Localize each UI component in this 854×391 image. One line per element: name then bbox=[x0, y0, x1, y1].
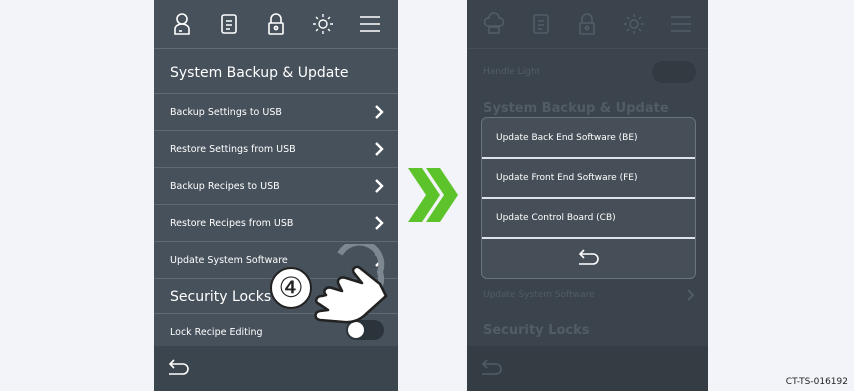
navbar-divider bbox=[154, 48, 398, 49]
section-title: System Backup & Update bbox=[483, 101, 669, 116]
back-arrow-icon bbox=[481, 359, 502, 375]
chef-hat-icon bbox=[480, 10, 508, 38]
navbar-divider bbox=[467, 48, 708, 49]
restore-recipes-row[interactable]: Restore Recipes from USB bbox=[154, 205, 398, 242]
menu-icon[interactable] bbox=[356, 10, 384, 38]
double-chevron-right-icon bbox=[408, 168, 458, 222]
chevron-right-icon bbox=[375, 179, 384, 193]
bottom-bar bbox=[467, 346, 708, 391]
step-number: ④ bbox=[278, 271, 304, 304]
option-label: Update Back End Software (BE) bbox=[496, 133, 638, 143]
chevron-right-icon bbox=[687, 289, 695, 301]
option-label: Update Front End Software (FE) bbox=[496, 173, 638, 183]
bottom-bar bbox=[154, 346, 398, 391]
brightness-icon[interactable] bbox=[309, 10, 337, 38]
row-label: Restore Settings from USB bbox=[170, 143, 296, 155]
chevron-right-icon bbox=[375, 216, 384, 230]
figure-caption: CT-TS-016192 bbox=[785, 377, 848, 387]
security-locks-title: Security Locks bbox=[483, 323, 590, 338]
lock-icon bbox=[573, 10, 601, 38]
update-options-modal: Update Back End Software (BE) Update Fro… bbox=[481, 117, 696, 279]
lock-icon[interactable] bbox=[262, 10, 290, 38]
update-control-board-option[interactable]: Update Control Board (CB) bbox=[482, 199, 695, 237]
handle-light-toggle bbox=[652, 61, 696, 83]
restore-settings-row[interactable]: Restore Settings from USB bbox=[154, 131, 398, 168]
option-label: Update Control Board (CB) bbox=[496, 213, 616, 223]
handle-light-label: Handle Light bbox=[483, 67, 541, 77]
row-label: Backup Settings to USB bbox=[170, 106, 282, 118]
top-navbar bbox=[154, 0, 398, 48]
recipe-book-icon bbox=[527, 10, 555, 38]
update-system-software-label: Update System Software bbox=[483, 290, 595, 300]
back-arrow-icon[interactable] bbox=[166, 358, 190, 378]
update-back-end-option[interactable]: Update Back End Software (BE) bbox=[482, 119, 695, 157]
update-front-end-option[interactable]: Update Front End Software (FE) bbox=[482, 159, 695, 197]
backup-settings-row[interactable]: Backup Settings to USB bbox=[154, 94, 398, 131]
right-screen: Handle Light System Backup & Update Upda… bbox=[467, 0, 708, 391]
chevron-right-icon bbox=[375, 142, 384, 156]
section-title: System Backup & Update bbox=[170, 65, 349, 81]
brightness-icon bbox=[620, 10, 648, 38]
pointing-hand-illustration: ④ bbox=[262, 239, 392, 338]
chevron-right-icon bbox=[375, 105, 384, 119]
row-label: Restore Recipes from USB bbox=[170, 217, 294, 229]
recipe-book-icon[interactable] bbox=[215, 10, 243, 38]
security-locks-title: Security Locks bbox=[170, 289, 272, 305]
transition-arrow bbox=[404, 166, 460, 228]
top-navbar bbox=[467, 0, 708, 48]
chef-icon[interactable] bbox=[168, 10, 196, 38]
step-badge: ④ bbox=[270, 267, 312, 309]
option-divider bbox=[482, 237, 695, 239]
modal-back-arrow-icon[interactable] bbox=[576, 248, 600, 268]
backup-recipes-row[interactable]: Backup Recipes to USB bbox=[154, 168, 398, 205]
row-label: Backup Recipes to USB bbox=[170, 180, 280, 192]
menu-icon bbox=[667, 10, 695, 38]
row-label: Lock Recipe Editing bbox=[170, 327, 263, 338]
